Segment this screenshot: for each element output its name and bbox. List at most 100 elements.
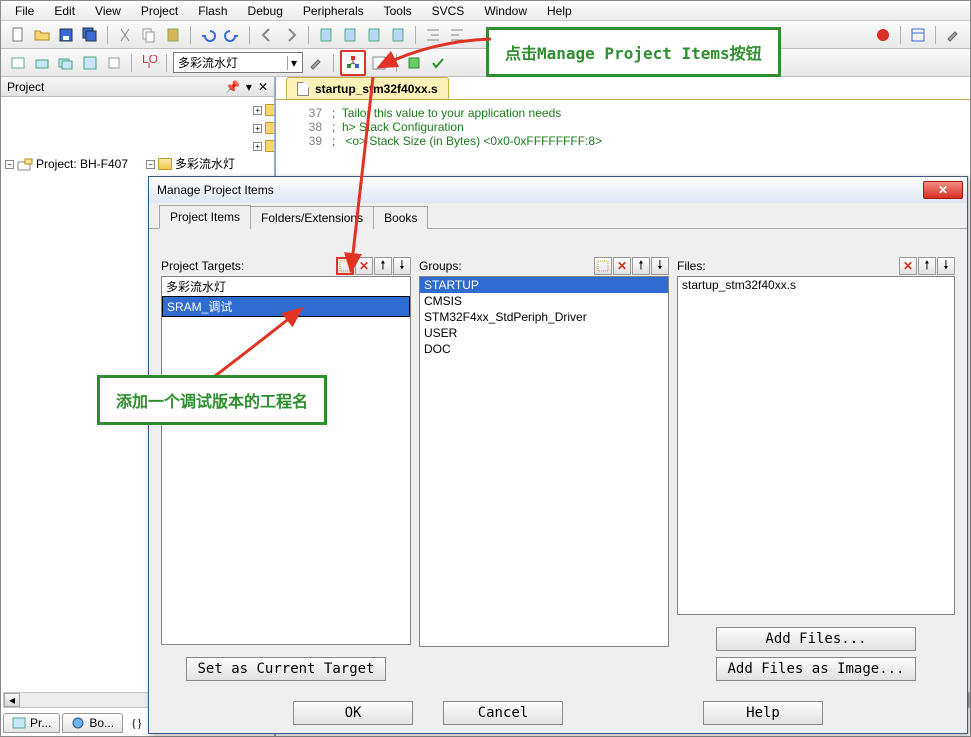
delete-target-button[interactable]: ✕ — [355, 257, 373, 275]
translate-button[interactable] — [7, 52, 29, 74]
add-files-button[interactable]: Add Files... — [716, 627, 916, 651]
move-file-down-button[interactable]: 🠗 — [937, 257, 955, 275]
file-item[interactable]: startup_stm32f40xx.s — [678, 277, 954, 293]
target-options-button[interactable] — [305, 52, 327, 74]
group-item[interactable]: STARTUP — [420, 277, 668, 293]
tree-target[interactable]: 多彩流水灯 — [175, 155, 235, 173]
editor-tab[interactable]: startup_stm32f40xx.s — [286, 77, 449, 99]
menu-debug[interactable]: Debug — [238, 2, 293, 20]
bottom-tab-label: Pr... — [30, 716, 51, 730]
dialog-titlebar[interactable]: Manage Project Items ✕ — [149, 177, 967, 203]
move-file-up-button[interactable]: 🠕 — [918, 257, 936, 275]
files-list[interactable]: startup_stm32f40xx.s — [677, 276, 955, 615]
pack-installer-button[interactable] — [403, 52, 425, 74]
menu-file[interactable]: File — [5, 2, 44, 20]
rebuild-button[interactable] — [55, 52, 77, 74]
window-layout-button[interactable] — [907, 24, 929, 46]
files-column: Files: ✕ 🠕 🠗 startup_stm32f40xx.s Add Fi… — [677, 257, 955, 681]
groups-list[interactable]: STARTUP CMSIS STM32F4xx_StdPeriph_Driver… — [419, 276, 669, 647]
bookmark-button[interactable] — [315, 24, 337, 46]
set-current-target-button[interactable]: Set as Current Target — [186, 657, 386, 681]
expander-icon[interactable]: − — [146, 160, 155, 169]
bottom-tab-books[interactable]: Bo... — [62, 713, 123, 733]
menu-flash[interactable]: Flash — [188, 2, 237, 20]
manage-project-items-button[interactable] — [340, 50, 366, 76]
help-button[interactable]: Help — [703, 701, 823, 725]
close-icon[interactable]: ✕ — [258, 80, 268, 94]
group-item[interactable]: DOC — [420, 341, 668, 357]
new-target-button[interactable] — [336, 257, 354, 275]
menu-peripherals[interactable]: Peripherals — [293, 2, 374, 20]
files-label: Files: — [677, 259, 898, 273]
configure-button[interactable] — [942, 24, 964, 46]
menu-window[interactable]: Window — [474, 2, 537, 20]
new-group-button[interactable] — [594, 257, 612, 275]
dialog-tabs: Project Items Folders/Extensions Books — [149, 203, 967, 229]
copy-button[interactable] — [138, 24, 160, 46]
redo-button[interactable] — [221, 24, 243, 46]
build-button[interactable] — [31, 52, 53, 74]
tab-books[interactable]: Books — [373, 206, 428, 229]
save-all-button[interactable] — [79, 24, 101, 46]
dialog-title: Manage Project Items — [153, 183, 274, 197]
scroll-left-icon[interactable]: ◂ — [4, 693, 20, 707]
target-combo[interactable]: 多彩流水灯 ▾ — [173, 52, 303, 73]
project-root[interactable]: Project: BH-F407 — [36, 155, 128, 173]
menu-view[interactable]: View — [85, 2, 131, 20]
delete-group-button[interactable]: ✕ — [613, 257, 631, 275]
move-target-down-button[interactable]: 🠗 — [393, 257, 411, 275]
expander-icon[interactable]: + — [253, 106, 262, 115]
menubar: File Edit View Project Flash Debug Perip… — [1, 1, 970, 21]
folder-icon — [158, 158, 172, 170]
tab-project-items[interactable]: Project Items — [159, 205, 251, 229]
expander-icon[interactable]: + — [253, 124, 262, 133]
cancel-button[interactable]: Cancel — [443, 701, 563, 725]
ok-button[interactable]: OK — [293, 701, 413, 725]
stop-build-button[interactable] — [103, 52, 125, 74]
move-group-up-button[interactable]: 🠕 — [632, 257, 650, 275]
outdent-button[interactable] — [446, 24, 468, 46]
menu-svcs[interactable]: SVCS — [422, 2, 475, 20]
line-number: 37 — [284, 106, 332, 120]
delete-file-button[interactable]: ✕ — [899, 257, 917, 275]
manage-rte-button[interactable] — [427, 52, 449, 74]
bottom-tab-project[interactable]: Pr... — [3, 713, 60, 733]
expander-icon[interactable]: − — [5, 160, 14, 169]
panel-menu-icon[interactable]: ▾ — [246, 80, 252, 94]
undo-button[interactable] — [197, 24, 219, 46]
target-item-editing[interactable]: SRAM_调试 — [163, 297, 409, 316]
targets-label: Project Targets: — [161, 259, 335, 273]
menu-edit[interactable]: Edit — [44, 2, 85, 20]
move-group-down-button[interactable]: 🠗 — [651, 257, 669, 275]
group-item[interactable]: CMSIS — [420, 293, 668, 309]
paste-button[interactable] — [162, 24, 184, 46]
tab-folders-ext[interactable]: Folders/Extensions — [250, 206, 374, 229]
menu-project[interactable]: Project — [131, 2, 188, 20]
pin-icon[interactable]: 📌 — [225, 80, 240, 94]
expander-icon[interactable]: + — [253, 142, 262, 151]
targets-list[interactable]: 多彩流水灯 SRAM_调试 — [161, 276, 411, 645]
download-button[interactable]: LOAD — [138, 52, 160, 74]
folder-icon — [265, 104, 274, 116]
nav-back-button[interactable] — [256, 24, 278, 46]
add-files-as-image-button[interactable]: Add Files as Image... — [716, 657, 916, 681]
group-item[interactable]: STM32F4xx_StdPeriph_Driver — [420, 309, 668, 325]
batch-build-button[interactable] — [79, 52, 101, 74]
open-file-button[interactable] — [31, 24, 53, 46]
menu-tools[interactable]: Tools — [374, 2, 422, 20]
save-button[interactable] — [55, 24, 77, 46]
new-file-button[interactable] — [7, 24, 29, 46]
nav-fwd-button[interactable] — [280, 24, 302, 46]
target-item[interactable]: 多彩流水灯 — [162, 277, 410, 296]
debug-start-button[interactable] — [872, 24, 894, 46]
bookmark-next-button[interactable] — [363, 24, 385, 46]
bookmark-prev-button[interactable] — [339, 24, 361, 46]
menu-help[interactable]: Help — [537, 2, 582, 20]
move-target-up-button[interactable]: 🠕 — [374, 257, 392, 275]
cut-button[interactable] — [114, 24, 136, 46]
select-packs-button[interactable] — [368, 52, 390, 74]
bookmark-clear-button[interactable] — [387, 24, 409, 46]
group-item[interactable]: USER — [420, 325, 668, 341]
close-button[interactable]: ✕ — [923, 181, 963, 199]
indent-button[interactable] — [422, 24, 444, 46]
